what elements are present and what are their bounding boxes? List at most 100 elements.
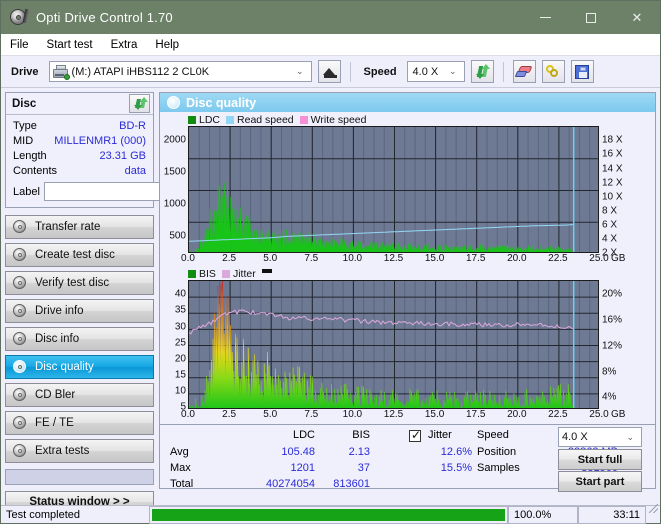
disc-icon [13,248,27,262]
y-tick-label: 25 [174,337,186,349]
disc-row-key: Length [13,149,47,162]
y2-tick-label: 6 X [602,219,618,231]
progress-bar-fill [152,508,505,521]
bis-plot-area[interactable] [188,280,599,410]
x-tick-label: 12.5 [383,409,404,421]
legend-label: BIS [199,267,216,280]
disc-quality-panel: Disc quality LDC Read speed Write speed … [159,92,656,493]
stats-col-bis: BIS [352,429,370,442]
disc-refresh-button[interactable] [129,94,150,113]
x-tick-label: 12.5 [383,253,404,265]
disc-icon [13,416,27,430]
disc-panel-title: Disc [12,97,37,110]
stats-row-total-label: Total [170,478,194,491]
sidebar-item-extra-tests[interactable]: Extra tests [5,439,154,463]
legend-label: LDC [199,113,221,126]
sidebar-item-drive-info[interactable]: Drive info [5,299,154,323]
x-tick-label: 25.0 [589,409,609,421]
stats-area: LDC BIS Jitter Avg 105.48 2.13 12.6% Max… [160,424,655,493]
legend-label: Read speed [237,113,294,126]
y2-tick-label: 14 X [602,163,623,175]
close-button[interactable]: ✕ [614,1,660,34]
y2-tick-label: 16 X [602,148,623,160]
eraser-icon [514,65,533,79]
disc-info-list: Type BD-R MID MILLENMR1 (000) Length 23.… [6,115,247,207]
start-part-button[interactable]: Start part [558,471,642,493]
test-speed-value: 4.0 X [562,431,588,444]
sidebar-item-fe-te[interactable]: FE / TE [5,411,154,435]
y2-tick-label: 8% [602,366,617,378]
y-tick-label: 30 [174,321,186,333]
menu-item-extra[interactable]: Extra [111,39,138,51]
disc-row-value: MILLENMR1 (000) [54,134,146,147]
disc-panel: Disc Type BD-R MID MILLENMR1 (000) Lengt… [5,92,247,208]
x-tick-label: 7.5 [304,253,319,265]
speed-select[interactable]: 4.0 X ⌄ [406,61,465,82]
main-content: Disc Type BD-R MID MILLENMR1 (000) Lengt… [1,88,660,513]
refresh-button[interactable] [470,60,494,83]
disc-row-value: data [124,164,146,177]
save-button[interactable] [570,60,594,83]
stats-position-label: Position [477,446,517,459]
legend-swatch [299,115,308,124]
charts-area: LDC Read speed Write speed 500 1000 1500… [160,112,655,423]
ldc-plot-area[interactable] [188,126,599,254]
toolbar-divider [349,61,351,82]
status-message: Test completed [6,508,80,521]
menu-item-help[interactable]: Help [155,39,179,51]
key-button[interactable] [541,60,565,83]
bis-y-axis: 5 10 15 20 25 30 35 40 [162,280,188,413]
x-tick-label: 10.0 [342,253,363,265]
minimize-button[interactable] [522,1,568,34]
ldc-y-axis: 500 1000 1500 2000 [162,126,188,253]
maximize-button[interactable] [568,1,614,34]
eject-icon [323,68,336,75]
save-icon [575,64,590,79]
progress-percent: 100.0% [508,505,578,524]
jitter-checkbox[interactable] [409,428,421,443]
y2-tick-label: 12% [602,340,623,352]
stats-total-bis: 813601 [333,478,370,491]
legend-label: Jitter [232,267,256,280]
stats-samples-label: Samples [477,462,520,475]
elapsed-time: 33:11 [578,505,646,524]
menu-bar: File Start test Extra Help [1,34,660,56]
sidebar-item-label: Disc info [35,333,80,345]
sidebar-item-cd-bler[interactable]: CD Bler [5,383,154,407]
sidebar-item-verify-test-disc[interactable]: Verify test disc [5,271,154,295]
menu-item-start-test[interactable]: Start test [47,39,93,51]
drive-select[interactable]: (M:) ATAPI iHBS112 2 CL0K ⌄ [48,61,312,82]
sidebar-item-create-test-disc[interactable]: Create test disc [5,243,154,267]
x-tick-label: 25.0 [589,253,609,265]
disc-icon [13,388,27,402]
legend-swatch [188,115,196,124]
erase-button[interactable] [512,60,536,83]
window-controls: ✕ [522,1,660,34]
chevron-down-icon: ⌄ [449,66,457,76]
sidebar-item-disc-quality[interactable]: Disc quality [5,355,154,379]
y2-tick-label: 18 X [602,134,623,146]
optical-drive-icon [52,64,70,80]
sidebar-item-transfer-rate[interactable]: Transfer rate [5,215,154,239]
x-axis-unit: GB [611,253,626,265]
stats-max-jitter: 15.5% [440,462,472,475]
start-full-button[interactable]: Start full [558,449,642,471]
progress-bar [149,505,508,524]
menu-item-file[interactable]: File [10,39,29,51]
y2-tick-label: 4 X [602,233,618,245]
chevron-down-icon: ⌄ [626,431,634,442]
legend-swatch [226,115,235,124]
sidebar-item-label: Extra tests [35,445,90,457]
disc-label-row: Label [13,181,247,202]
sidebar-item-disc-info[interactable]: Disc info [5,327,154,351]
stats-col-ldc: LDC [292,429,315,442]
ldc-chart: LDC Read speed Write speed 500 1000 1500… [162,113,653,267]
disc-row-contents: Contents data [13,163,146,178]
jitter-label: Jitter [428,429,452,442]
window-title: Opti Drive Control 1.70 [36,10,173,25]
eject-button[interactable] [317,60,341,83]
speed-label: Speed [363,65,397,78]
test-speed-select[interactable]: 4.0 X ⌄ [558,427,642,448]
disc-row-type: Type BD-R [13,118,146,133]
y-tick-label: 1500 [163,166,186,178]
